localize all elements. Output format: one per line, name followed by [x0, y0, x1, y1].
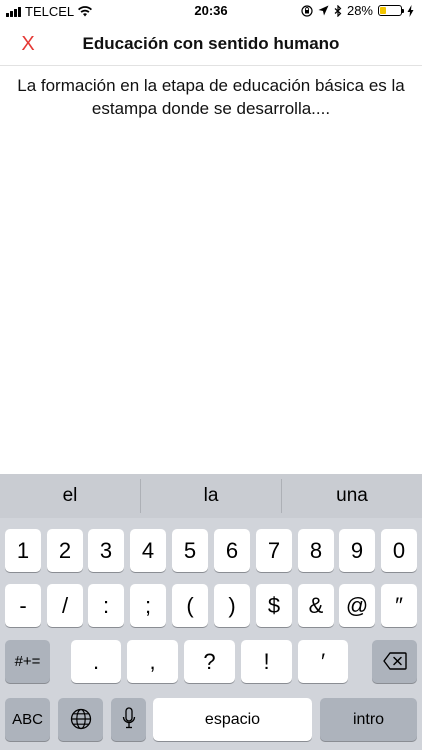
- key-period[interactable]: .: [71, 640, 121, 683]
- screen: TELCEL 20:36 28% X Educación con sentido…: [0, 0, 422, 750]
- key-6[interactable]: 6: [214, 529, 250, 572]
- key-dollar[interactable]: $: [256, 584, 292, 627]
- page-title: Educación con sentido humano: [82, 34, 340, 53]
- mic-icon: [122, 707, 135, 729]
- key-hyphen[interactable]: -: [5, 584, 41, 627]
- key-ampersand[interactable]: &: [298, 584, 334, 627]
- nav-bar: X Educación con sentido humano: [0, 22, 422, 66]
- key-3[interactable]: 3: [88, 529, 124, 572]
- battery-icon: [378, 5, 404, 16]
- suggestion-item[interactable]: el: [0, 474, 140, 518]
- key-9[interactable]: 9: [339, 529, 375, 572]
- key-comma[interactable]: ,: [127, 640, 178, 683]
- globe-key[interactable]: [58, 698, 103, 741]
- key-colon[interactable]: :: [88, 584, 124, 627]
- backspace-key[interactable]: [372, 640, 417, 683]
- bluetooth-icon: [334, 4, 342, 17]
- backspace-icon: [382, 652, 407, 670]
- suggestion-bar: el la una: [0, 474, 422, 518]
- content-text[interactable]: La formación en la etapa de educación bá…: [10, 74, 412, 120]
- key-exclamation[interactable]: !: [241, 640, 292, 683]
- key-question[interactable]: ?: [184, 640, 235, 683]
- symbols-toggle-key[interactable]: #+=: [5, 640, 50, 683]
- space-key[interactable]: espacio: [153, 698, 312, 741]
- key-at[interactable]: @: [339, 584, 375, 627]
- key-close-paren[interactable]: ): [214, 584, 250, 627]
- battery-level: [380, 7, 386, 14]
- location-icon: [318, 5, 329, 16]
- key-4[interactable]: 4: [130, 529, 166, 572]
- return-key[interactable]: intro: [320, 698, 417, 741]
- key-slash[interactable]: /: [47, 584, 83, 627]
- globe-icon: [70, 708, 91, 730]
- orientation-lock-icon: [301, 4, 313, 17]
- mic-key[interactable]: [111, 698, 146, 741]
- key-0[interactable]: 0: [381, 529, 417, 572]
- key-2[interactable]: 2: [47, 529, 83, 572]
- key-apostrophe[interactable]: ′: [298, 640, 348, 683]
- charging-icon: [407, 4, 414, 17]
- keyboard: el la una 1 2 3 4 5 6 7 8 9 0 - / : ; ( …: [0, 474, 422, 750]
- key-7[interactable]: 7: [256, 529, 292, 572]
- battery-percent: 28%: [346, 3, 373, 18]
- abc-key[interactable]: ABC: [5, 698, 50, 741]
- suggestion-item[interactable]: la: [141, 474, 281, 518]
- suggestion-item[interactable]: una: [282, 474, 422, 518]
- key-quote[interactable]: ″: [381, 584, 417, 627]
- key-1[interactable]: 1: [5, 529, 41, 572]
- status-bar: TELCEL 20:36 28%: [0, 0, 422, 22]
- key-8[interactable]: 8: [298, 529, 334, 572]
- status-right: 28%: [301, 3, 414, 18]
- key-5[interactable]: 5: [172, 529, 208, 572]
- key-open-paren[interactable]: (: [172, 584, 208, 627]
- key-semicolon[interactable]: ;: [130, 584, 166, 627]
